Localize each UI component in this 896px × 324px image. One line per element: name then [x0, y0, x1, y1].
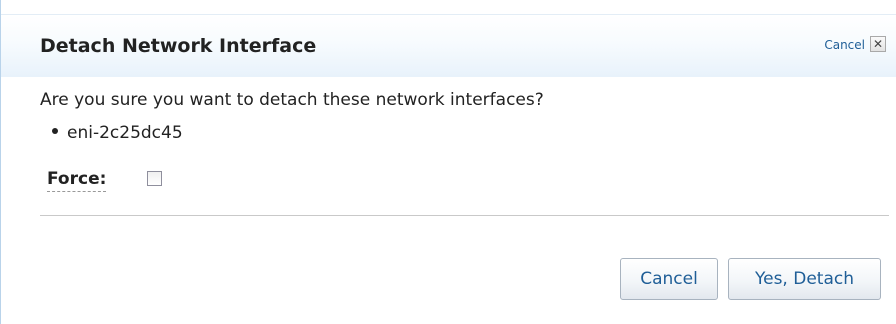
interface-list: eni-2c25dc45	[52, 122, 183, 144]
interface-id: eni-2c25dc45	[67, 123, 183, 143]
confirmation-question: Are you sure you want to detach these ne…	[40, 90, 544, 110]
dialog-title: Detach Network Interface	[40, 35, 317, 57]
header-cancel-link[interactable]: Cancel	[824, 37, 865, 53]
cancel-button[interactable]: Cancel	[620, 258, 718, 300]
yes-detach-button[interactable]: Yes, Detach	[728, 258, 881, 300]
detach-network-interface-dialog: Detach Network Interface Cancel ✕ Are yo…	[0, 0, 896, 324]
force-checkbox[interactable]	[147, 171, 162, 186]
bullet-icon	[52, 128, 58, 134]
close-icon[interactable]: ✕	[870, 36, 886, 52]
list-item: eni-2c25dc45	[52, 122, 183, 144]
divider	[40, 215, 889, 216]
force-label: Force:	[47, 168, 107, 192]
dialog-header: Detach Network Interface Cancel ✕	[1, 14, 896, 77]
